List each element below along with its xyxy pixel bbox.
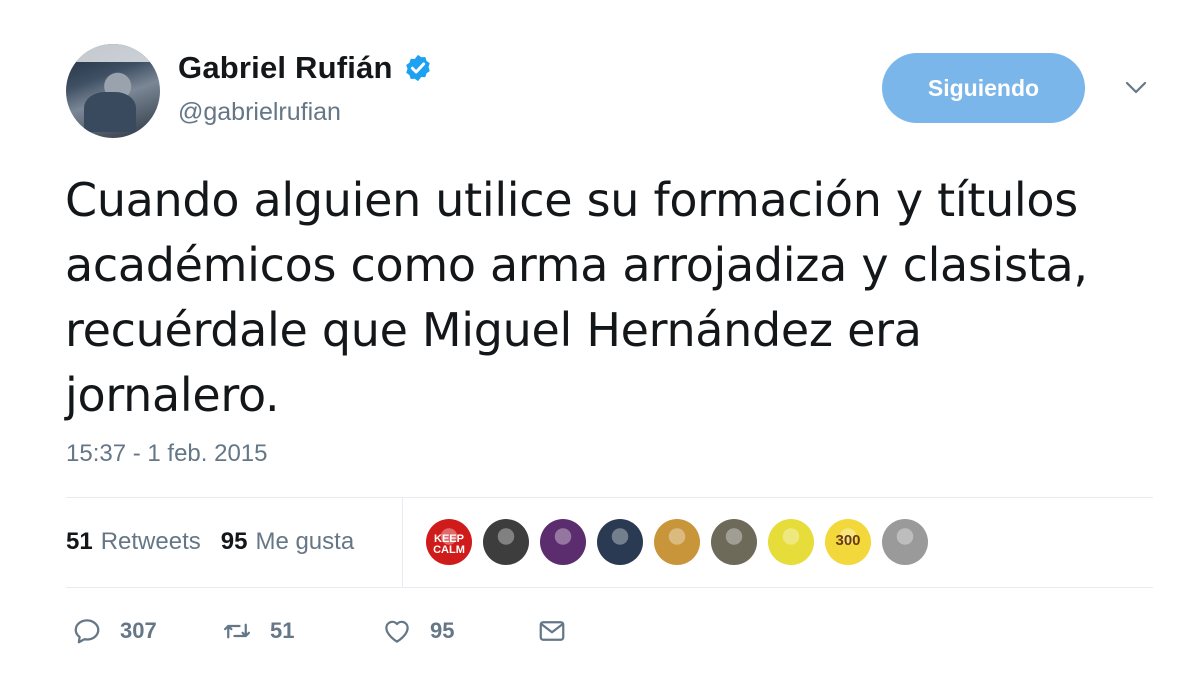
liker-avatar-text: KEEP CALM — [433, 533, 465, 556]
likers-avatars: KEEP CALM 300 — [426, 519, 939, 565]
tweet-stats: 51 Retweets 95 Me gusta — [66, 528, 374, 556]
retweet-count: 51 — [270, 618, 295, 643]
tweet-actions: 307 51 95 — [72, 616, 567, 646]
vitruvian-avatar-icon[interactable] — [654, 519, 700, 565]
stats-vertical-divider — [402, 498, 403, 587]
heart-icon — [385, 620, 409, 643]
reply-action[interactable]: 307 — [72, 616, 222, 646]
stats-bottom-divider — [66, 587, 1153, 588]
liker-avatar-text: 300 — [835, 532, 861, 549]
likes-stat[interactable]: 95 Me gusta — [221, 528, 354, 556]
author-avatar[interactable] — [66, 44, 160, 138]
300-avatar-icon[interactable]: 300 — [825, 519, 871, 565]
retweets-count: 51 — [66, 528, 93, 555]
keep-calm-avatar-icon[interactable]: KEEP CALM — [426, 519, 472, 565]
author-name-row: Gabriel Rufián — [178, 50, 433, 86]
likes-count: 95 — [220, 528, 248, 555]
verified-badge-icon — [405, 54, 430, 82]
direct-message-action[interactable] — [537, 616, 567, 646]
author-handle[interactable]: @gabrielrufian — [178, 98, 341, 127]
user-avatar-icon[interactable] — [483, 519, 529, 565]
reply-icon — [74, 619, 100, 644]
reply-count: 307 — [120, 618, 157, 643]
user-avatar-icon[interactable] — [882, 519, 928, 565]
retweets-label: Retweets — [100, 528, 201, 555]
stats-top-divider — [66, 497, 1153, 498]
retweet-action[interactable]: 51 — [222, 616, 382, 646]
like-action[interactable]: 95 — [382, 616, 537, 646]
user-avatar-icon[interactable] — [597, 519, 643, 565]
tweet-text: Cuando alguien utilice su formación y tí… — [65, 173, 1088, 422]
following-button[interactable]: Siguiendo — [882, 53, 1085, 123]
likes-label: Me gusta — [255, 528, 355, 555]
retweets-stat[interactable]: 51 Retweets — [66, 528, 201, 556]
user-avatar-icon[interactable] — [768, 519, 814, 565]
chevron-down-icon[interactable] — [1124, 80, 1148, 96]
retweet-icon — [224, 623, 250, 639]
like-count: 95 — [430, 618, 455, 643]
user-avatar-icon[interactable] — [540, 519, 586, 565]
tweet-timestamp[interactable]: 15:37 - 1 feb. 2015 — [66, 440, 268, 468]
author-display-name[interactable]: Gabriel Rufián — [178, 50, 393, 86]
envelope-icon — [539, 621, 565, 641]
user-avatar-icon[interactable] — [711, 519, 757, 565]
